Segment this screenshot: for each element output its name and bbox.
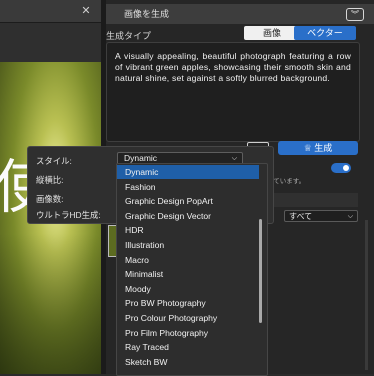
- document-tab-bar: ✕: [0, 0, 101, 23]
- dropdown-scrollbar[interactable]: [259, 219, 262, 323]
- style-option[interactable]: Graphic Design PopArt: [117, 194, 259, 208]
- panel-scrollbar[interactable]: [365, 220, 368, 370]
- style-option[interactable]: Fashion: [117, 180, 259, 194]
- filter-select[interactable]: すべて ⌵: [284, 210, 358, 222]
- style-label: スタイル:: [36, 156, 72, 166]
- toggle-knob: [343, 165, 349, 171]
- style-option[interactable]: Graphic Design Vector: [117, 209, 259, 223]
- style-option[interactable]: Ray Traced: [117, 340, 259, 354]
- style-option[interactable]: Illustration: [117, 238, 259, 252]
- prompt-input[interactable]: A visually appealing, beautiful photogra…: [106, 42, 360, 142]
- close-icon[interactable]: ✕: [80, 5, 92, 17]
- generation-type-label: 生成タイプ: [106, 31, 152, 41]
- style-option[interactable]: Dynamic: [117, 165, 259, 179]
- chevron-down-icon: ⌵: [347, 213, 353, 220]
- generate-button[interactable]: ♕ 生成: [278, 141, 358, 155]
- style-dropdown-list[interactable]: Dynamic Fashion Graphic Design PopArt Graph…: [116, 163, 268, 376]
- image-count-label: 画像数:: [36, 194, 64, 204]
- style-option[interactable]: Pro BW Photography: [117, 296, 259, 310]
- style-option[interactable]: Pro Film Photography: [117, 326, 259, 340]
- style-select-value: Dynamic: [124, 153, 158, 163]
- style-option[interactable]: Macro: [117, 253, 259, 267]
- style-option[interactable]: Moody: [117, 282, 259, 296]
- style-option[interactable]: HDR: [117, 223, 259, 237]
- prompt-text[interactable]: A visually appealing, beautiful photogra…: [115, 51, 351, 84]
- collapse-chevron-icon[interactable]: ︾: [346, 8, 364, 21]
- style-option[interactable]: Sketch BW: [117, 355, 259, 369]
- ultra-hd-label: ウルトラHD生成:: [36, 210, 101, 220]
- tab-image[interactable]: 画像: [244, 26, 300, 40]
- panel-title: 画像を生成: [124, 9, 170, 19]
- style-option[interactable]: Minimalist: [117, 267, 259, 281]
- style-option[interactable]: Pro Colour Photography: [117, 311, 259, 325]
- tab-vector[interactable]: ベクター: [294, 26, 356, 40]
- toggle-switch[interactable]: [331, 163, 351, 173]
- aspect-ratio-label: 縦横比:: [36, 175, 64, 185]
- filter-value: すべて: [289, 212, 313, 221]
